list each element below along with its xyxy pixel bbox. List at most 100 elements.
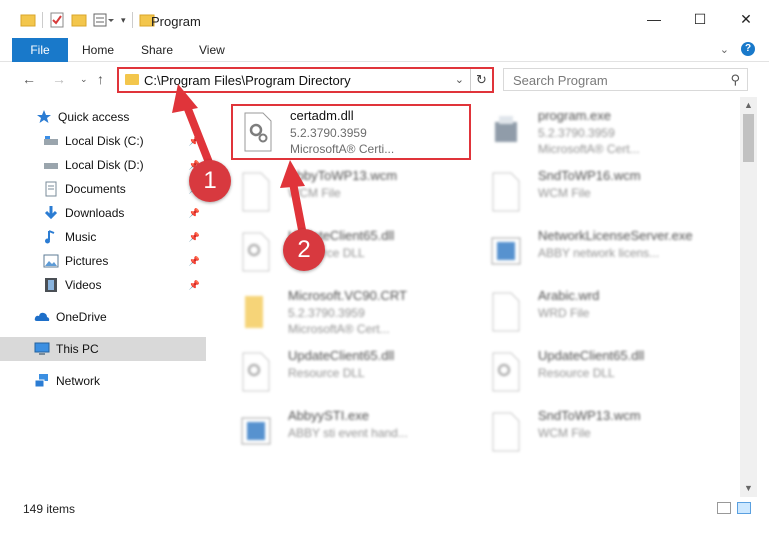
dll-file-icon [242,232,270,272]
sidebar-item-network[interactable]: Network [0,369,206,393]
pin-icon[interactable]: 📌 [189,136,200,147]
sidebar-item-label: Documents [65,182,126,196]
scroll-thumb[interactable] [743,114,754,162]
file-item[interactable]: UpdateClient65.dll Resource DLL [481,346,721,402]
details-view-icon[interactable] [717,502,731,514]
scroll-down-icon[interactable]: ▼ [740,480,757,497]
status-bar: 149 items [0,497,769,521]
document-file-icon [492,412,520,452]
file-item[interactable]: SndToWP13.wcm WCM File [481,406,721,462]
sidebar-item-this-pc[interactable]: This PC [0,337,206,361]
sidebar-item-label: OneDrive [56,310,107,324]
help-icon[interactable]: ? [741,42,755,56]
file-version: 5.2.3790.3959 [290,126,367,140]
file-item[interactable]: SndToWP16.wcm WCM File [481,166,721,222]
step-badge-1: 1 [189,160,231,202]
file-item[interactable]: UpdateClient65.dll Resource DLL [231,346,471,402]
file-item[interactable]: program.exe 5.2.3790.3959 MicrosoftA® Ce… [481,106,721,162]
pin-icon[interactable]: 📌 [189,232,200,243]
quick-access-toolbar: ▾ [20,12,155,28]
sidebar-item-local-disk-c[interactable]: Local Disk (C:) 📌 [0,129,206,153]
file-item[interactable]: Microsoft.VC90.CRT 5.2.3790.3959 Microso… [231,286,471,342]
file-version: 5.2.3790.3959 [288,306,365,320]
file-item[interactable]: NetworkLicenseServer.exe ABBY network li… [481,226,721,282]
file-type: WCM File [538,426,591,440]
divider [131,12,133,28]
navigation-row: ← → ⌄ ↑ C:\Program Files\Program Directo… [0,63,769,97]
sidebar-item-pictures[interactable]: Pictures 📌 [0,249,206,273]
pin-icon[interactable]: 📌 [189,256,200,267]
sidebar-item-label: Quick access [58,110,130,124]
close-button[interactable]: ✕ [723,0,769,38]
back-arrow-icon[interactable]: ← [22,71,36,87]
scroll-up-icon[interactable]: ▲ [740,97,757,114]
videos-icon [45,278,57,292]
sidebar-item-music[interactable]: Music 📌 [0,225,206,249]
search-icon[interactable]: ⚲ [730,72,740,88]
file-item[interactable]: UpdateClient65.dll Resource DLL [231,226,471,282]
sidebar-item-label: Music [65,230,97,244]
sidebar-item-quick-access[interactable]: Quick access [0,105,206,129]
large-icons-view-icon[interactable] [737,502,751,514]
tab-view[interactable]: View [199,38,225,62]
minimize-button[interactable]: — [631,0,677,38]
dll-file-icon [492,352,520,392]
file-name: AbbyySTI.exe [288,408,369,423]
recent-locations-icon[interactable]: ⌄ [80,74,88,85]
sidebar-item-downloads[interactable]: Downloads 📌 [0,201,206,225]
exe-file-icon [491,237,521,265]
forward-arrow-icon[interactable]: → [52,71,66,87]
dll-file-icon [244,112,272,152]
file-list: certadm.dll 5.2.3790.3959 MicrosoftA® Ce… [222,97,740,493]
file-name: AbbyToWP13.wcm [288,168,398,183]
expand-ribbon-icon[interactable]: ⌄ [720,43,729,56]
tab-share[interactable]: Share [141,38,173,62]
maximize-button[interactable]: ☐ [677,0,723,38]
file-item-certadm[interactable]: certadm.dll 5.2.3790.3959 MicrosoftA® Ce… [231,104,471,160]
file-name: Microsoft.VC90.CRT [288,288,407,303]
file-description: ABBY network licens... [538,246,660,260]
documents-icon [45,181,57,197]
address-dropdown-icon[interactable]: ⌄ [455,73,464,86]
tab-file[interactable]: File [12,38,68,62]
vertical-scrollbar[interactable]: ▲ ▼ [740,97,757,497]
star-icon [37,110,51,123]
file-name: SndToWP13.wcm [538,408,641,423]
file-type: WCM File [538,186,591,200]
sidebar-item-local-disk-d[interactable]: Local Disk (D:) 📌 [0,153,206,177]
pin-icon[interactable]: 📌 [189,208,200,219]
dll-file-icon [242,352,270,392]
file-name: Arabic.wrd [538,288,600,303]
properties-icon[interactable] [49,12,65,28]
divider [42,12,43,28]
file-item[interactable]: AbbyySTI.exe ABBY sti event hand... [231,406,471,462]
sidebar-item-label: Local Disk (C:) [65,134,144,148]
customize-dropdown-icon[interactable]: ▾ [121,15,126,26]
address-path[interactable]: C:\Program Files\Program Directory [144,73,351,88]
file-item[interactable]: Arabic.wrd WRD File [481,286,721,342]
sidebar-item-videos[interactable]: Videos 📌 [0,273,206,297]
new-folder-icon[interactable] [71,13,87,27]
file-description: ABBY sti event hand... [288,426,408,440]
sidebar-item-label: Network [56,374,101,388]
document-file-icon [242,172,270,212]
address-bar[interactable]: C:\Program Files\Program Directory ⌄ ↻ [117,67,494,93]
pin-icon[interactable]: 📌 [189,280,200,291]
up-arrow-icon[interactable]: ↑ [97,71,104,87]
refresh-icon[interactable]: ↻ [470,69,492,91]
folder-icon [125,74,139,85]
computer-icon [34,342,50,355]
folder-icon [20,14,36,27]
file-name: program.exe [538,108,611,123]
view-options-icon[interactable] [93,13,115,27]
sidebar-item-documents[interactable]: Documents 📌 [0,177,206,201]
document-file-icon [492,292,520,332]
sidebar-item-onedrive[interactable]: OneDrive [0,305,206,329]
search-placeholder: Search Program [513,73,608,88]
network-icon [34,374,48,388]
file-name: NetworkLicenseServer.exe [538,228,693,243]
navigation-pane: Quick access Local Disk (C:) 📌 Local Dis… [0,97,206,497]
file-item[interactable]: AbbyToWP13.wcm WCM File [231,166,471,222]
tab-home[interactable]: Home [82,38,114,62]
search-input[interactable]: Search Program ⚲ [503,68,748,91]
